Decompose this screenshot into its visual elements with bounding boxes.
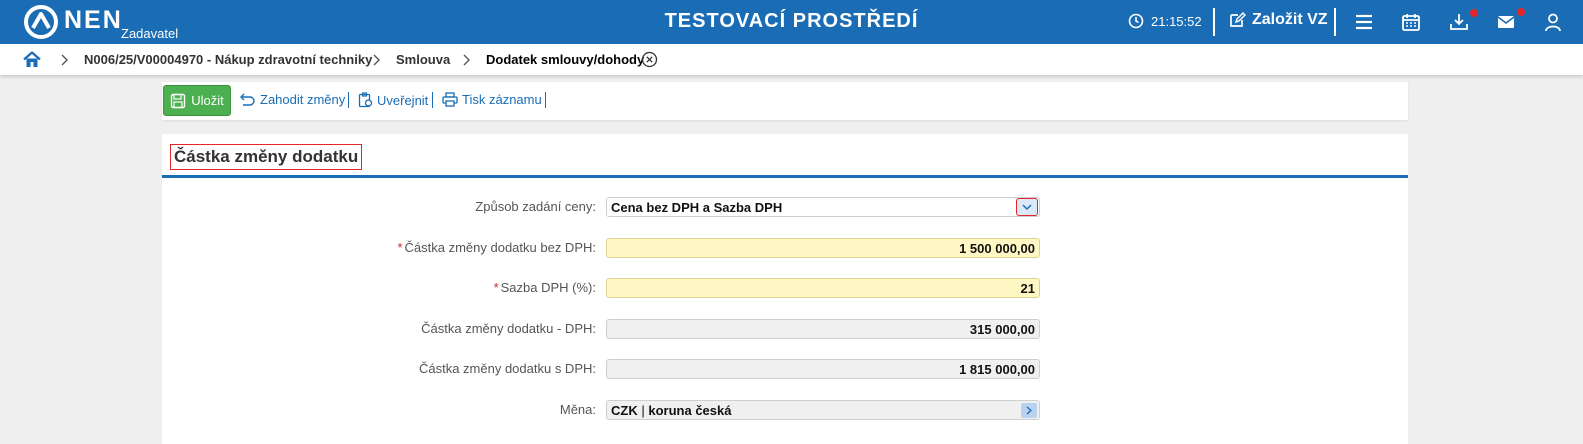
vat-amount-field: 315 000,00 — [606, 319, 1040, 339]
user-icon[interactable] — [1543, 12, 1563, 32]
required-marker: * — [397, 240, 403, 255]
chevron-right-icon — [61, 54, 68, 66]
currency-separator: | — [641, 402, 645, 418]
breadcrumb-procurement[interactable]: N006/25/V00004970 - Nákup zdravotní tech… — [84, 52, 372, 67]
breadcrumb-contract[interactable]: Smlouva — [396, 52, 450, 67]
breadcrumb-current: Dodatek smlouvy/dohody — [486, 52, 645, 67]
currency-value: CZK | koruna česká — [611, 403, 731, 418]
nen-logo-icon[interactable] — [24, 5, 58, 39]
calendar-icon[interactable] — [1401, 12, 1421, 32]
action-toolbar: Uložit Zahodit změny Uveřejnit Tisk zázn… — [162, 82, 1408, 120]
toolbar-divider — [432, 92, 433, 108]
close-circle-icon[interactable] — [641, 51, 658, 68]
floppy-icon — [171, 93, 186, 108]
dropdown-button[interactable] — [1016, 198, 1038, 216]
publish-label: Uveřejnit — [377, 92, 429, 108]
edit-icon — [1230, 11, 1246, 27]
panel-title: Částka změny dodatku — [170, 144, 363, 170]
create-vz-button[interactable]: Založit VZ — [1228, 11, 1328, 29]
required-marker: * — [493, 280, 499, 295]
panel-header: Částka změny dodatku — [162, 134, 1408, 178]
amount-with-vat-field: 1 815 000,00 — [606, 359, 1040, 379]
divider — [1213, 8, 1215, 36]
top-bar: NEN Zadavatel TESTOVACÍ PROSTŘEDÍ 21:15:… — [0, 0, 1583, 44]
download-icon[interactable] — [1449, 12, 1469, 32]
logo-text: NEN — [64, 6, 123, 34]
breadcrumb: N006/25/V00004970 - Nákup zdravotní tech… — [0, 44, 1583, 75]
vat-rate-input[interactable]: 21 — [606, 278, 1040, 298]
divider — [1334, 8, 1336, 36]
home-icon[interactable] — [23, 51, 41, 68]
menu-icon[interactable] — [1354, 12, 1374, 32]
currency-lookup-button[interactable] — [1021, 402, 1037, 418]
currency-code: CZK — [611, 402, 638, 418]
create-vz-label: Založit VZ — [1252, 11, 1328, 28]
mail-icon[interactable] — [1496, 12, 1516, 32]
download-notification-dot — [1470, 9, 1478, 17]
currency-name: koruna česká — [648, 402, 732, 418]
save-button[interactable]: Uložit — [163, 85, 231, 116]
session-clock: 21:15:52 — [1128, 13, 1202, 29]
chevron-right-icon — [463, 54, 470, 66]
discard-icon — [240, 93, 255, 106]
price-mode-value: Cena bez DPH a Sazba DPH — [611, 199, 783, 215]
environment-title: TESTOVACÍ PROSTŘEDÍ — [664, 10, 919, 32]
chevron-right-icon — [373, 54, 380, 66]
publish-icon — [358, 92, 373, 108]
vat-rate-label: * Sazba DPH (%): — [494, 280, 596, 295]
print-record-button[interactable]: Tisk záznamu — [442, 92, 542, 107]
amendment-amount-panel: Částka změny dodatku Způsob zadání ceny:… — [162, 134, 1408, 444]
toolbar-divider — [545, 92, 546, 108]
clock-time: 21:15:52 — [1151, 13, 1202, 29]
amount-with-vat-label: Částka změny dodatku s DPH: — [418, 361, 596, 376]
save-label: Uložit — [191, 93, 224, 108]
logo-subtitle: Zadavatel — [121, 26, 179, 41]
amount-without-vat-label: * Částka změny dodatku bez DPH: — [397, 240, 596, 255]
amount-without-vat-input[interactable]: 1 500 000,00 — [606, 238, 1040, 258]
printer-icon — [442, 92, 458, 107]
price-mode-label: Způsob zadání ceny: — [475, 199, 596, 214]
price-mode-select[interactable]: Cena bez DPH a Sazba DPH — [606, 197, 1040, 217]
mail-notification-dot — [1517, 8, 1525, 16]
vat-amount-label: Částka změny dodatku - DPH: — [421, 321, 596, 336]
clock-icon — [1128, 13, 1144, 29]
toolbar-divider — [348, 92, 349, 108]
discard-label: Zahodit změny — [260, 92, 346, 107]
chevron-right-icon — [1026, 405, 1032, 415]
currency-label: Měna: — [559, 402, 596, 417]
chevron-down-icon — [1022, 204, 1032, 210]
amount-without-vat-label-text: Částka změny dodatku bez DPH: — [404, 240, 596, 255]
vat-rate-label-text: Sazba DPH (%): — [500, 280, 596, 295]
discard-changes-button[interactable]: Zahodit změny — [239, 92, 345, 107]
publish-button[interactable]: Uveřejnit — [358, 92, 428, 108]
currency-field[interactable]: CZK | koruna česká — [606, 400, 1040, 420]
print-label: Tisk záznamu — [462, 92, 542, 107]
